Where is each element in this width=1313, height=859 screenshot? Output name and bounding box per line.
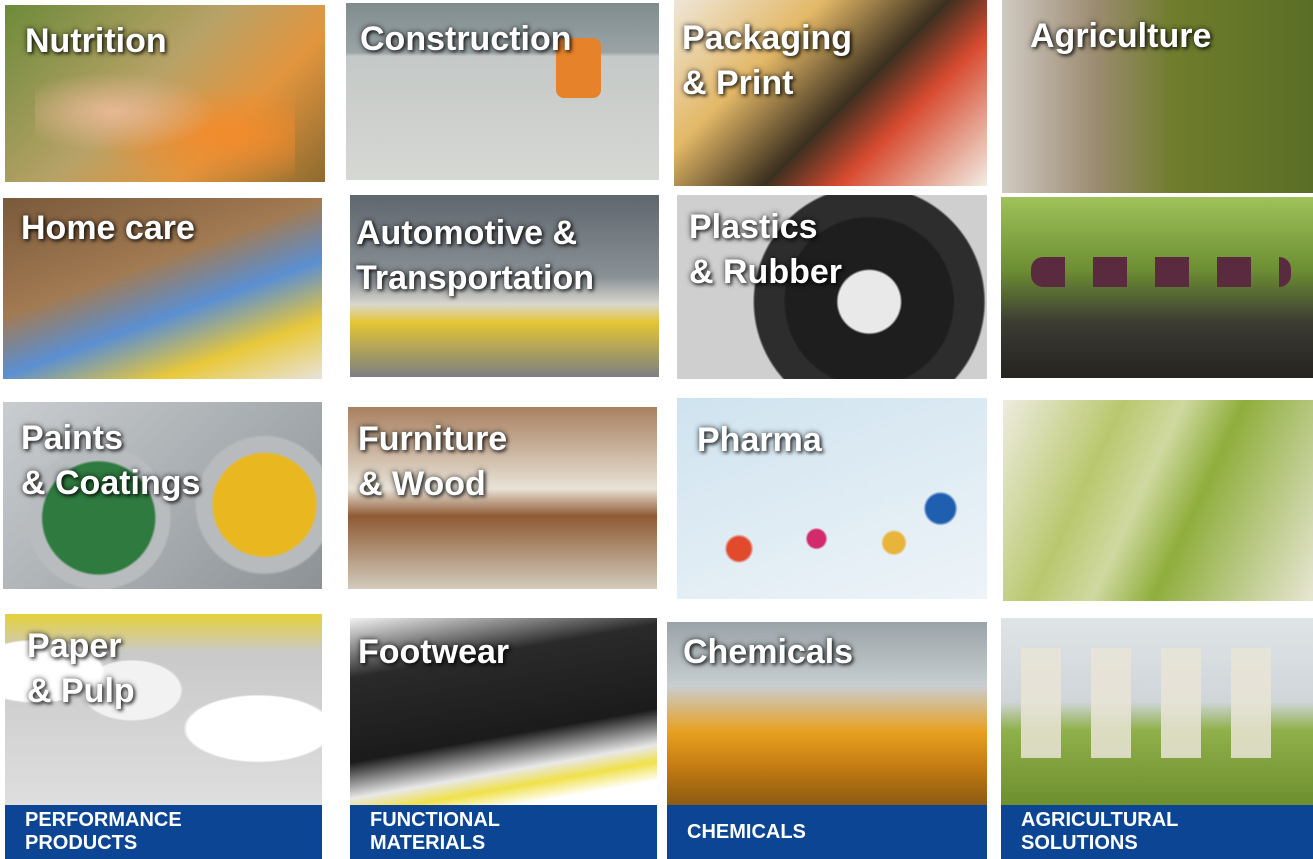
tile-label-line-1: Pharma [697,421,822,459]
segment-banner-chemicals[interactable]: CHEMICALS [667,805,987,859]
tile-label-line-1: Agriculture [1030,17,1212,55]
tile-label: Furniture & Wood [358,417,507,507]
tile-seedlings[interactable] [1001,197,1313,378]
segment-label-line-2: MATERIALS [370,832,486,854]
tile-paints-coatings[interactable]: Paints & Coatings [3,402,322,589]
tile-chemicals[interactable]: Chemicals [667,622,987,805]
tile-label: Agriculture [1030,14,1211,59]
tile-label-line-1: Packaging [682,19,853,57]
segment-label-line-1: CHEMICALS [687,820,806,843]
segment-banner-functional-materials[interactable]: FUNCTIONAL MATERIALS [350,805,657,859]
tile-label-line-2: & Pulp [27,672,135,710]
segment-label-line-1: AGRICULTURAL [1021,809,1179,831]
tile-farmers[interactable] [1001,618,1313,805]
segment-label-line-2: SOLUTIONS [1021,832,1138,854]
tile-label-line-1: Chemicals [683,633,854,671]
tile-plastics-rubber[interactable]: Plastics & Rubber [677,195,987,379]
tile-label: Construction [360,17,572,62]
tile-label: Paints & Coatings [21,416,200,506]
tile-label: Plastics & Rubber [689,205,842,295]
tile-label: Nutrition [25,19,167,64]
tile-label-line-1: Construction [360,20,572,58]
tile-paper-pulp[interactable]: Paper & Pulp [5,614,322,805]
segment-label-line-2: PRODUCTS [25,832,138,854]
tile-label: Pharma [697,418,822,463]
tile-furniture-wood[interactable]: Furniture & Wood [348,407,657,589]
tile-footwear[interactable]: Footwear [350,618,657,805]
tile-label: Packaging & Print [682,16,852,106]
tile-grass[interactable] [1003,400,1313,601]
tile-label-line-1: Furniture [358,420,508,458]
tile-label-line-2: & Print [682,64,794,102]
tile-label-line-1: Paints [21,419,124,457]
family-photo [35,65,295,182]
tile-construction[interactable]: Construction [346,3,659,180]
farmers-photo [1021,648,1301,758]
tile-label-line-2: & Rubber [689,253,842,291]
tile-label-line-1: Footwear [358,633,510,671]
tile-label-line-2: & Wood [358,465,486,503]
tile-pharma[interactable]: Pharma [677,398,987,599]
tile-label: Paper & Pulp [27,624,135,714]
tile-label-line-1: Automotive & [356,214,577,252]
seedlings-photo [1031,257,1291,287]
tile-label: Automotive & Transportation [356,211,594,301]
tile-agriculture[interactable]: Agriculture [1002,0,1313,193]
tile-nutrition[interactable]: Nutrition [5,5,325,182]
tile-label: Chemicals [683,630,853,675]
tile-automotive-transportation[interactable]: Automotive & Transportation [350,195,659,377]
tile-label: Home care [21,206,195,251]
tile-label-line-1: Plastics [689,208,818,246]
segment-label-line-1: PERFORMANCE [25,809,182,831]
segment-banner-performance-products[interactable]: PERFORMANCE PRODUCTS [5,805,322,859]
segment-label-line-1: FUNCTIONAL [370,809,500,831]
tile-label-line-1: Home care [21,209,195,247]
tile-packaging-print[interactable]: Packaging & Print [674,0,987,186]
segment-banner-agricultural-solutions[interactable]: AGRICULTURAL SOLUTIONS [1001,805,1313,859]
tile-label: Footwear [358,630,509,675]
tile-label-line-1: Paper [27,627,122,665]
tile-label-line-1: Nutrition [25,22,167,60]
tile-label-line-2: & Coatings [21,464,201,502]
tile-home-care[interactable]: Home care [3,198,322,379]
tile-label-line-2: Transportation [356,259,595,297]
